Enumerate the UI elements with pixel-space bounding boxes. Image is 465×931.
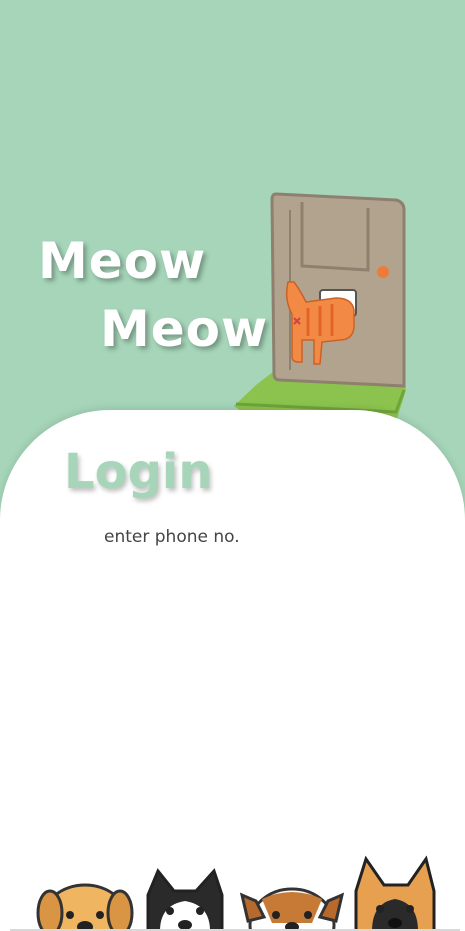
peeking-dogs-illustration [36,855,436,931]
app-title-line-1: Meow [38,232,207,290]
footer-strip [0,823,465,931]
phone-number-input[interactable] [100,520,370,554]
cat-at-door-illustration [234,192,406,422]
login-heading: Login [64,444,213,500]
